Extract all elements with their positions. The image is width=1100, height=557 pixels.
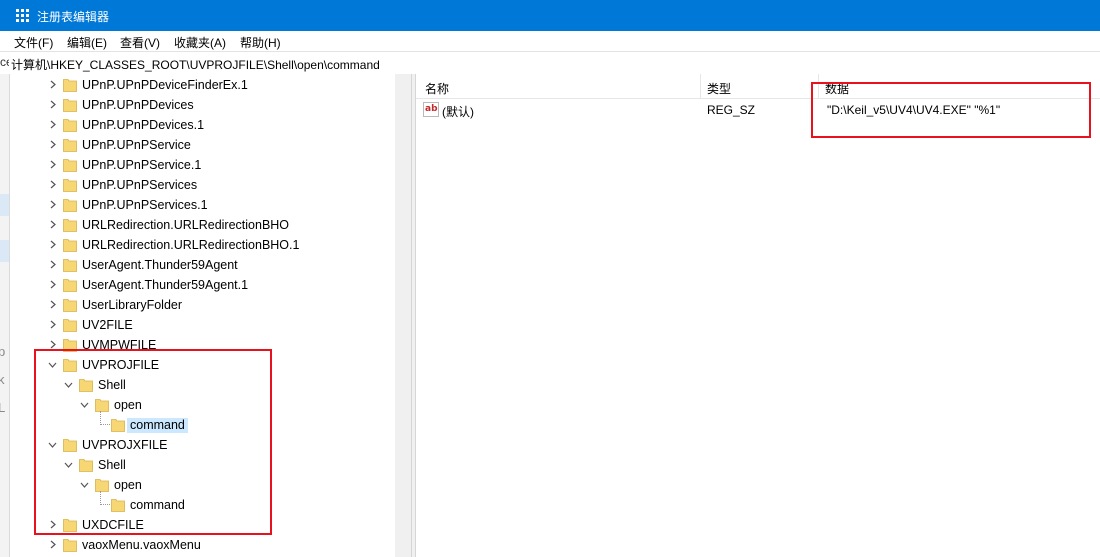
folder-icon [63,299,77,312]
chevron-right-icon[interactable] [48,160,57,169]
tree-scrollbar[interactable] [395,74,411,557]
chevron-right-icon[interactable] [48,140,57,149]
folder-icon [63,119,77,132]
menu-favorites[interactable]: 收藏夹(A) [174,34,226,51]
tree-node-label[interactable]: UPnP.UPnPDevices [79,98,197,113]
tree-node[interactable]: UPnP.UPnPService.1 [10,155,406,175]
chevron-right-icon[interactable] [48,340,57,349]
menu-file[interactable]: 文件(F) [14,34,53,51]
folder-icon [63,239,77,252]
folder-icon [63,539,77,552]
tree-node[interactable]: UPnP.UPnPServices.1 [10,195,406,215]
folder-icon [63,259,77,272]
chevron-right-icon[interactable] [48,240,57,249]
tree-node-label[interactable]: UPnP.UPnPServices [79,178,200,193]
tree-node[interactable]: URLRedirection.URLRedirectionBHO.1 [10,235,406,255]
chevron-right-icon[interactable] [48,100,57,109]
chevron-right-icon[interactable] [48,220,57,229]
tree-node[interactable]: URLRedirection.URLRedirectionBHO [10,215,406,235]
menu-edit[interactable]: 编辑(E) [67,34,107,51]
chevron-right-icon[interactable] [48,200,57,209]
chevron-right-icon[interactable] [48,80,57,89]
menu-bar: 文件(F) 编辑(E) 查看(V) 收藏夹(A) 帮助(H) [0,31,1100,51]
folder-icon [63,219,77,232]
tree-node-label[interactable]: UPnP.UPnPServices.1 [79,198,211,213]
tree-node-label[interactable]: UserLibraryFolder [79,298,185,313]
menu-view[interactable]: 查看(V) [120,34,160,51]
folder-icon [63,279,77,292]
address-path[interactable]: 计算机\HKEY_CLASSES_ROOT\UVPROJFILE\Shell\o… [11,56,380,73]
value-name: (默认) [442,105,474,119]
chevron-right-icon[interactable] [48,180,57,189]
tree-node[interactable]: vaoxMenu.vaoxMenu [10,535,406,555]
tree-node[interactable]: UPnP.UPnPService [10,135,406,155]
background-glyph: k [0,372,5,387]
folder-icon [63,159,77,172]
value-type: REG_SZ [707,103,756,117]
tree-node[interactable]: UPnP.UPnPDevices [10,95,406,115]
values-pane[interactable]: 名称 类型 数据 ab (默认) REG_SZ "D:\Keil_v5\UV4\… [416,74,1100,557]
folder-icon [63,199,77,212]
column-name[interactable]: 名称 [425,80,449,97]
regedit-icon [16,9,30,23]
string-value-icon: ab [423,102,439,117]
background-highlight [0,240,9,262]
title-bar: 注册表编辑器 [0,0,1100,31]
window-controls-edge[interactable] [1082,0,1100,31]
tree-node[interactable]: UPnP.UPnPDeviceFinderEx.1 [10,75,406,95]
background-glyph: L [0,400,6,415]
background-window-strip: p k L [0,74,10,557]
tree-node-label[interactable]: URLRedirection.URLRedirectionBHO [79,218,292,233]
tree-node-label[interactable]: UPnP.UPnPService [79,138,194,153]
address-bar[interactable]: ce 计算机\HKEY_CLASSES_ROOT\UVPROJFILE\Shel… [0,51,1100,75]
background-highlight [0,194,9,216]
menu-help[interactable]: 帮助(H) [240,34,281,51]
chevron-right-icon[interactable] [48,120,57,129]
tree-node-label[interactable]: UPnP.UPnPDevices.1 [79,118,207,133]
tree-node[interactable]: UPnP.UPnPServices [10,175,406,195]
tree-node-label[interactable]: vaoxMenu.vaoxMenu [79,538,204,553]
chevron-right-icon[interactable] [48,540,57,549]
background-glyph: p [0,344,6,359]
folder-icon [63,179,77,192]
tree-node[interactable]: UserLibraryFolder [10,295,406,315]
background-window-fragment: ce [0,55,9,69]
folder-icon [63,99,77,112]
folder-icon [63,79,77,92]
chevron-right-icon[interactable] [48,300,57,309]
highlight-box-tree [34,349,272,535]
chevron-right-icon[interactable] [48,320,57,329]
tree-node[interactable]: UV2FILE [10,315,406,335]
chevron-right-icon[interactable] [48,260,57,269]
folder-icon [63,139,77,152]
folder-icon [63,319,77,332]
tree-node[interactable]: UPnP.UPnPDevices.1 [10,115,406,135]
tree-node-label[interactable]: UserAgent.Thunder59Agent [79,258,241,273]
tree-node[interactable]: UserAgent.Thunder59Agent [10,255,406,275]
tree-node[interactable]: UserAgent.Thunder59Agent.1 [10,275,406,295]
tree-node-label[interactable]: UPnP.UPnPService.1 [79,158,204,173]
tree-node-label[interactable]: UserAgent.Thunder59Agent.1 [79,278,251,293]
tree-node-label[interactable]: UPnP.UPnPDeviceFinderEx.1 [79,78,251,93]
column-type[interactable]: 类型 [707,80,731,97]
tree-node-label[interactable]: UV2FILE [79,318,136,333]
highlight-box-data [811,82,1091,138]
column-divider[interactable] [700,74,701,98]
chevron-right-icon[interactable] [48,280,57,289]
window-title: 注册表编辑器 [37,10,110,24]
tree-node-label[interactable]: URLRedirection.URLRedirectionBHO.1 [79,238,302,253]
